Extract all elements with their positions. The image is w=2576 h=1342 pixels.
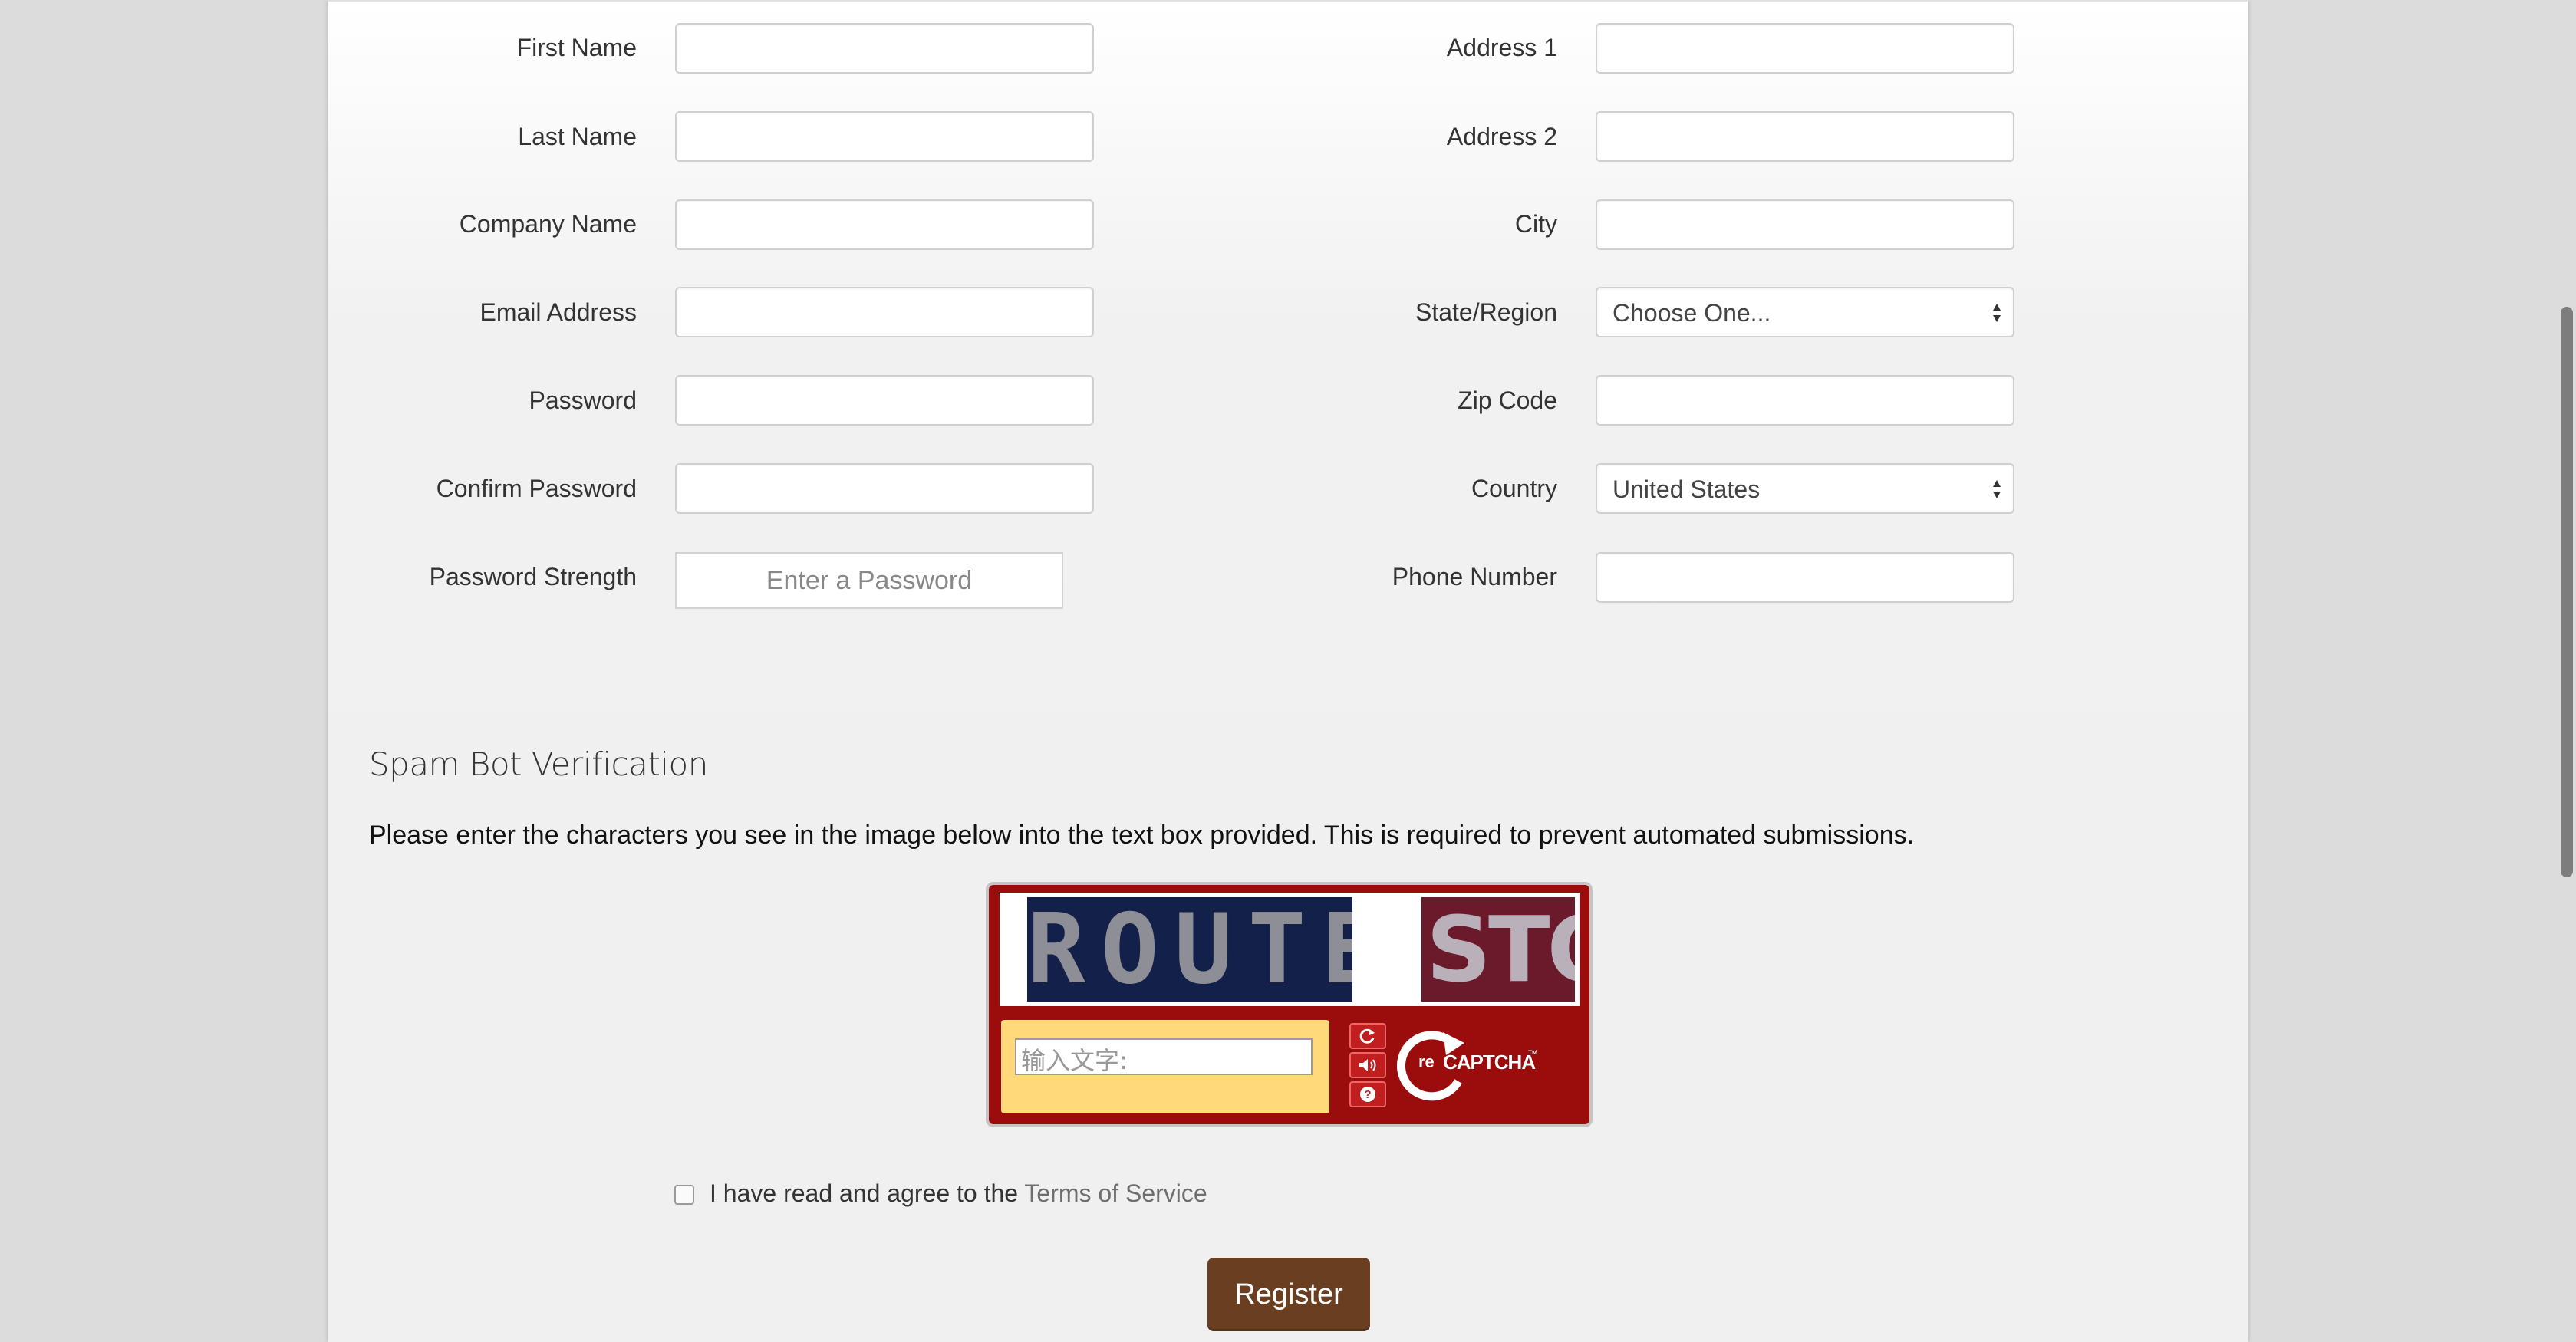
select-arrows-icon: [1993, 480, 2001, 498]
company-name-input[interactable]: [675, 199, 1094, 250]
password-strength-label: Password Strength: [429, 563, 637, 590]
state-region-selected: Choose One...: [1612, 299, 1771, 327]
address1-input[interactable]: [1596, 23, 2014, 74]
confirm-password-input[interactable]: [675, 463, 1094, 514]
spam-instructions: Please enter the characters you see in t…: [369, 821, 1915, 850]
terms-text: I have read and agree to the Terms of Se…: [710, 1179, 1207, 1208]
zip-code-input[interactable]: [1596, 375, 2014, 426]
terms-prefix: I have read and agree to the: [710, 1179, 1025, 1207]
recaptcha-wordmark: CAPTCHA: [1443, 1051, 1536, 1074]
spam-verification-title: Spam Bot Verification: [369, 745, 708, 783]
email-address-label: Email Address: [479, 298, 637, 326]
phone-number-label: Phone Number: [1392, 563, 1557, 590]
address2-label: Address 2: [1446, 123, 1557, 150]
phone-number-input[interactable]: [1596, 552, 2014, 603]
last-name-input[interactable]: [675, 111, 1094, 162]
city-input[interactable]: [1596, 199, 2014, 250]
register-button[interactable]: Register: [1207, 1258, 1370, 1331]
password-label: Password: [529, 386, 637, 414]
captcha-audio-button[interactable]: [1349, 1052, 1386, 1078]
svg-text:?: ?: [1364, 1088, 1371, 1101]
captcha-help-button[interactable]: ?: [1349, 1081, 1386, 1107]
captcha-input-area: 输入文字:: [1001, 1020, 1329, 1113]
password-input[interactable]: [675, 375, 1094, 426]
state-region-select[interactable]: Choose One...: [1596, 287, 2014, 337]
captcha-refresh-button[interactable]: [1349, 1023, 1386, 1049]
country-selected: United States: [1612, 475, 1761, 503]
recaptcha-logo: re CAPTCHA ™: [1395, 1020, 1572, 1109]
captcha-input[interactable]: 输入文字:: [1015, 1038, 1313, 1075]
confirm-password-label: Confirm Password: [436, 475, 637, 502]
help-icon: ?: [1360, 1087, 1375, 1102]
city-label: City: [1514, 210, 1557, 238]
terms-checkbox[interactable]: [674, 1185, 694, 1205]
captcha-word-1: ROUTE: [1027, 897, 1352, 1002]
recaptcha-tm: ™: [1527, 1048, 1538, 1060]
scrollbar-thumb[interactable]: [2561, 307, 2573, 877]
first-name-input[interactable]: [675, 23, 1094, 74]
country-label: Country: [1471, 475, 1557, 502]
refresh-icon: [1359, 1028, 1375, 1044]
address1-label: Address 1: [1446, 34, 1557, 61]
country-select[interactable]: United States: [1596, 463, 2014, 514]
select-arrows-icon: [1993, 304, 2001, 322]
zip-code-label: Zip Code: [1458, 386, 1557, 414]
captcha-image: ROUTE STOP: [1000, 893, 1580, 1006]
company-name-label: Company Name: [459, 210, 637, 238]
terms-of-service-link[interactable]: Terms of Service: [1024, 1179, 1207, 1207]
captcha-word-2: STOP: [1421, 897, 1575, 1002]
state-region-label: State/Region: [1415, 298, 1557, 326]
first-name-label: First Name: [516, 34, 637, 61]
page-scrollbar[interactable]: [2555, 0, 2576, 1340]
speaker-icon: [1359, 1059, 1376, 1071]
email-address-input[interactable]: [675, 287, 1094, 337]
password-strength-indicator: Enter a Password: [675, 552, 1063, 609]
recaptcha-widget: ROUTE STOP 输入文字: ? re CAPTCHA ™: [986, 882, 1593, 1127]
address2-input[interactable]: [1596, 111, 2014, 162]
recaptcha-prefix: re: [1418, 1052, 1435, 1071]
last-name-label: Last Name: [518, 123, 637, 150]
